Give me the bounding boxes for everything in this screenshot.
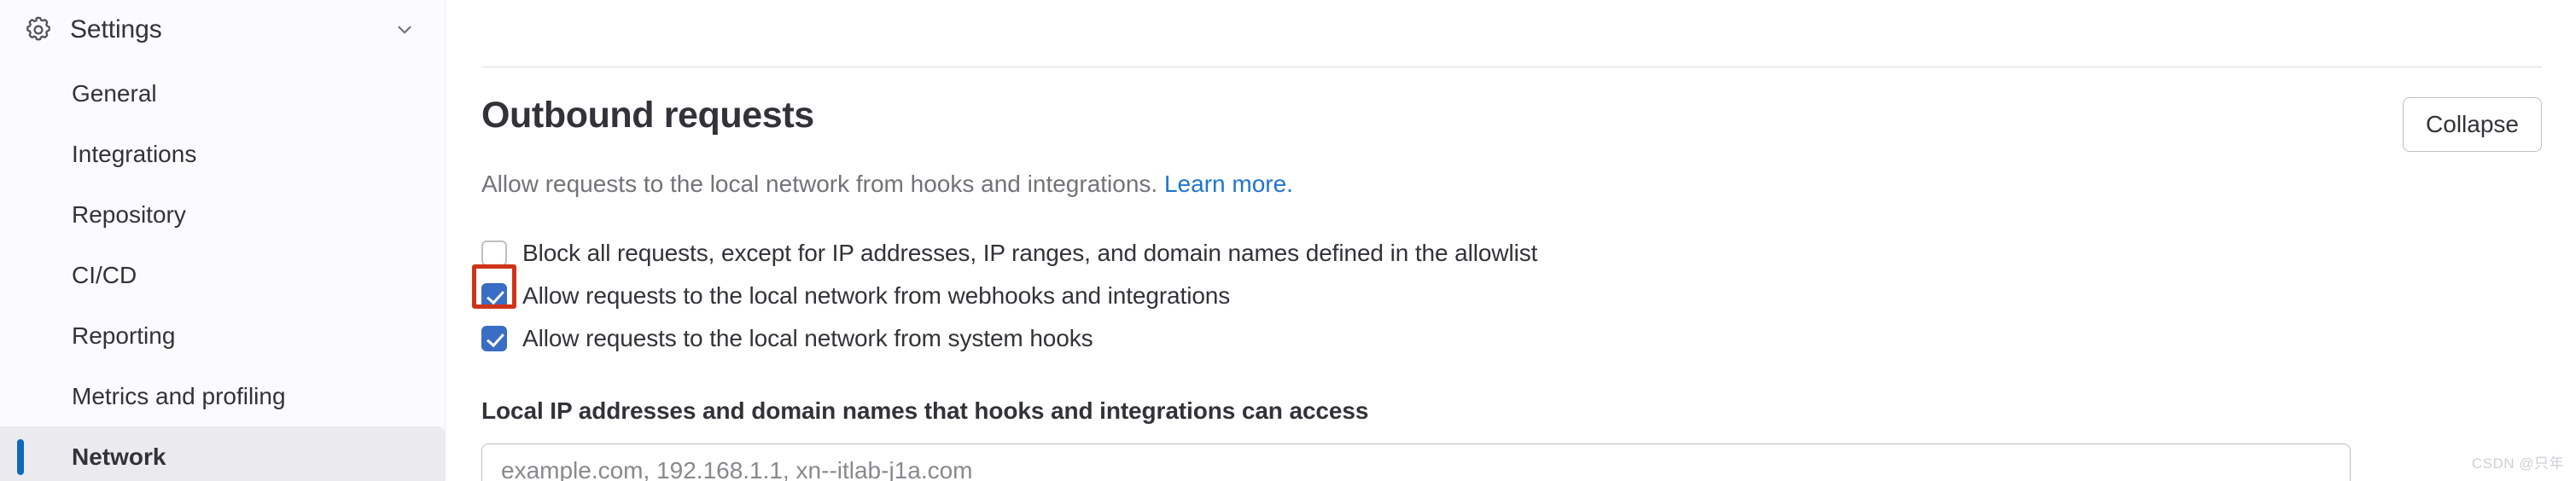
checkbox-row-block-all-requests[interactable]: Block all requests, except for IP addres… — [481, 232, 2542, 275]
checkbox-allow-local-network-system-hooks[interactable] — [481, 326, 507, 351]
sidebar-item-label: Network — [72, 443, 166, 470]
settings-sidebar: Settings General Integrations Repository… — [0, 0, 446, 481]
sidebar-item-network[interactable]: Network — [0, 426, 445, 481]
allowlist-field-label: Local IP addresses and domain names that… — [481, 397, 1369, 424]
checkbox-row-allow-local-network-system-hooks[interactable]: Allow requests to the local network from… — [481, 317, 2542, 360]
sidebar-nav-list: General Integrations Repository CI/CD Re… — [0, 63, 445, 481]
section-header: Outbound requests Collapse — [481, 95, 2542, 152]
gear-icon — [24, 15, 53, 44]
checkbox-allow-local-network-webhooks[interactable] — [481, 283, 507, 309]
checkbox-label[interactable]: Allow requests to the local network from… — [522, 323, 1093, 354]
checkbox-label[interactable]: Block all requests, except for IP addres… — [522, 238, 1537, 269]
page-title: Outbound requests — [481, 95, 814, 136]
sidebar-item-ci-cd[interactable]: CI/CD — [0, 245, 445, 305]
allowlist-input[interactable] — [481, 443, 2351, 481]
sidebar-item-label: Repository — [72, 200, 186, 228]
sidebar-item-general[interactable]: General — [0, 63, 445, 124]
watermark: CSDN @只年 — [2471, 455, 2564, 472]
sidebar-item-metrics-and-profiling[interactable]: Metrics and profiling — [0, 366, 445, 426]
checkbox-row-allow-local-network-webhooks[interactable]: Allow requests to the local network from… — [472, 264, 2542, 317]
sidebar-section-settings[interactable]: Settings — [0, 0, 445, 60]
outbound-requests-checkbox-list: Block all requests, except for IP addres… — [472, 232, 2542, 360]
section-description-text: Allow requests to the local network from… — [481, 171, 1158, 197]
sidebar-item-label: Integrations — [72, 140, 197, 167]
sidebar-item-label: Reporting — [72, 322, 176, 349]
collapse-button[interactable]: Collapse — [2403, 97, 2542, 152]
sidebar-item-label: General — [72, 79, 157, 107]
sidebar-section-label: Settings — [70, 15, 162, 43]
settings-network-page: Settings General Integrations Repository… — [0, 0, 2576, 481]
learn-more-link[interactable]: Learn more. — [1164, 171, 1293, 197]
checkbox-block-all-requests[interactable] — [481, 240, 507, 266]
sidebar-item-label: Metrics and profiling — [72, 382, 286, 409]
checkbox-label[interactable]: Allow requests to the local network from… — [522, 281, 1230, 311]
chevron-down-icon[interactable] — [393, 19, 416, 41]
content-inner: Outbound requests Collapse Allow request… — [472, 0, 2542, 481]
sidebar-item-integrations[interactable]: Integrations — [0, 124, 445, 184]
section-description: Allow requests to the local network from… — [481, 167, 1293, 200]
sidebar-item-repository[interactable]: Repository — [0, 184, 445, 245]
main-content: Outbound requests Collapse Allow request… — [446, 0, 2576, 481]
sidebar-item-label: CI/CD — [72, 261, 137, 288]
sidebar-item-reporting[interactable]: Reporting — [0, 305, 445, 366]
